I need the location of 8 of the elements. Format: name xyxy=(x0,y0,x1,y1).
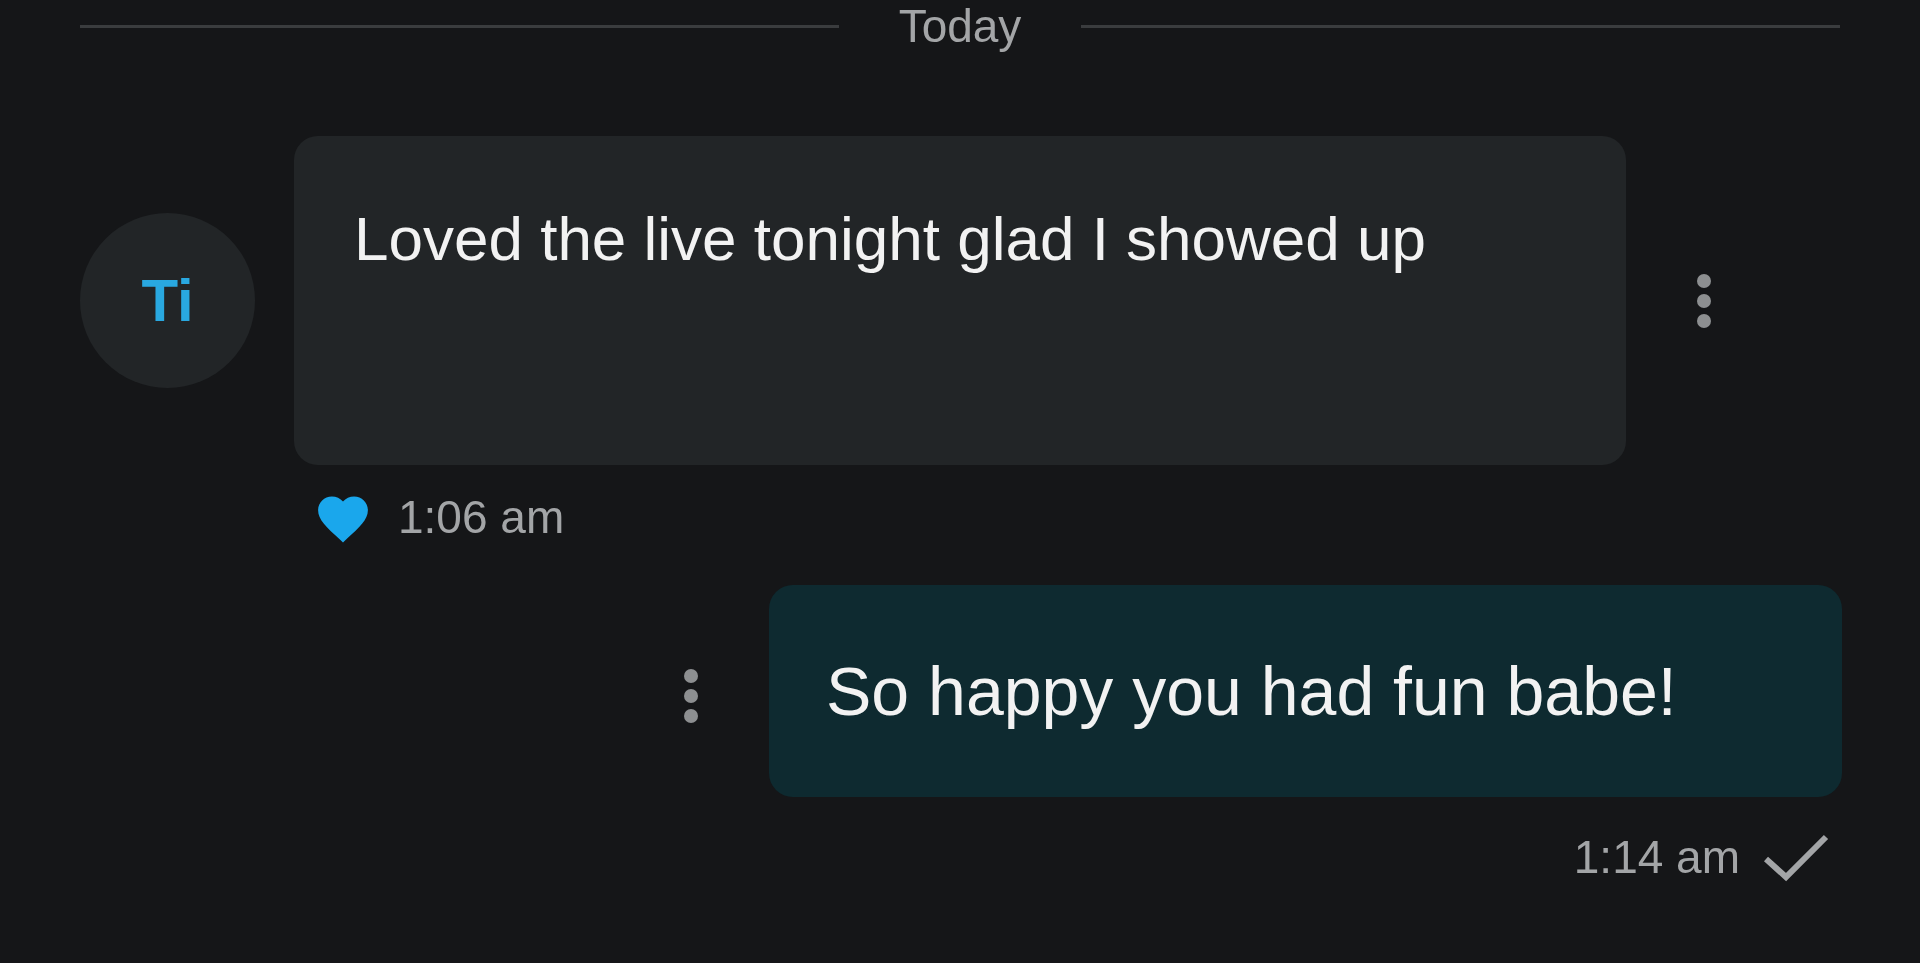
message-time: 1:06 am xyxy=(398,489,565,545)
more-options-icon[interactable] xyxy=(683,668,699,724)
avatar[interactable]: Ti xyxy=(80,213,255,388)
date-divider: Today xyxy=(898,0,1022,54)
message-bubble: So happy you had fun babe! xyxy=(769,585,1842,797)
more-options-icon[interactable] xyxy=(1696,272,1712,329)
message-bubble: Loved the live tonight glad I showed up xyxy=(294,136,1626,465)
message-time: 1:14 am xyxy=(1573,829,1740,885)
